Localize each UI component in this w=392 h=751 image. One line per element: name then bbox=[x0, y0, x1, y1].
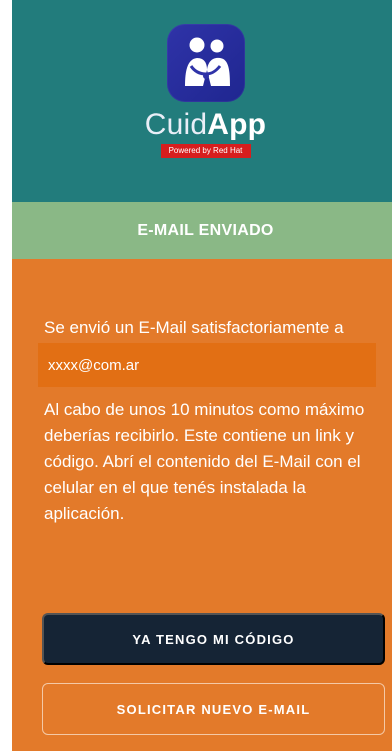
main-content: Se envió un E-Mail satisfactoriamente a … bbox=[12, 259, 392, 751]
request-new-email-button[interactable]: SOLICITAR NUEVO E-MAIL bbox=[42, 683, 385, 735]
family-care-icon bbox=[166, 24, 245, 102]
brand-prefix: Cuid bbox=[144, 108, 208, 141]
status-banner: E-MAIL ENVIADO bbox=[12, 202, 392, 259]
status-title: E-MAIL ENVIADO bbox=[137, 221, 274, 239]
powered-by-badge: Powered by Red Hat bbox=[160, 144, 251, 158]
instructions-text: Al cabo de unos 10 minutos como máximo d… bbox=[44, 400, 365, 523]
logo: CuidApp Powered by Red Hat bbox=[131, 24, 281, 158]
brand-suffix: App bbox=[207, 108, 267, 141]
family-care-glyph bbox=[184, 37, 230, 86]
brand-name: CuidApp bbox=[131, 108, 281, 142]
have-code-button[interactable]: YA TENGO MI CÓDIGO bbox=[42, 613, 385, 665]
email-display: xxxx@com.ar bbox=[38, 343, 376, 387]
app-screen: CuidApp Powered by Red Hat E-MAIL ENVIAD… bbox=[12, 0, 392, 751]
header: CuidApp Powered by Red Hat bbox=[12, 0, 392, 202]
sent-message: Se envió un E-Mail satisfactoriamente a bbox=[44, 318, 344, 337]
